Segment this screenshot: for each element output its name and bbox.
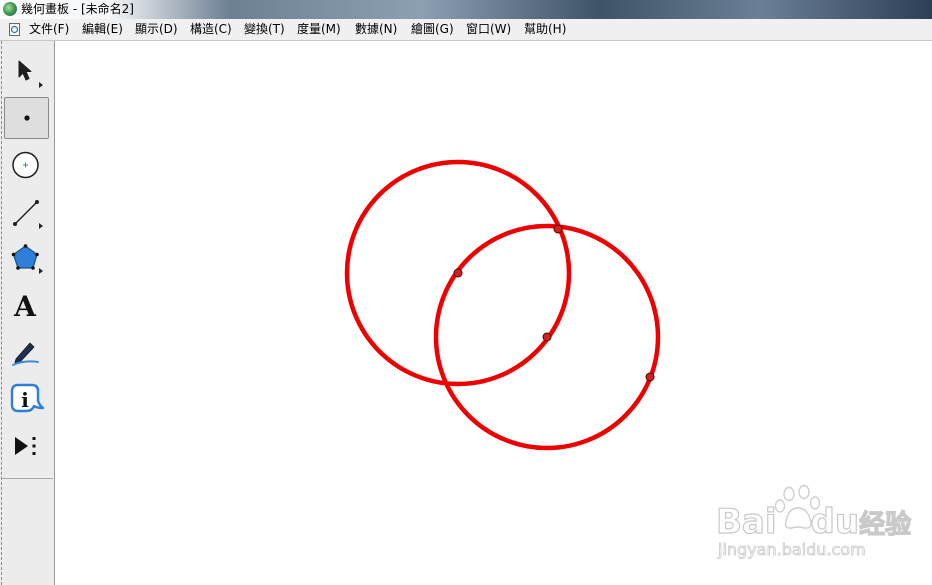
toolbox: A i: [0, 41, 55, 585]
circle-compass-icon: [12, 151, 39, 179]
information-tool[interactable]: i: [4, 379, 49, 421]
menu-edit[interactable]: 編輯(E): [82, 19, 123, 40]
pentagon-icon: [11, 244, 43, 274]
baidu-watermark: Bai du经验 jingyan.baidu.com: [710, 480, 912, 570]
arrow-pointer-icon: [18, 60, 43, 88]
pen-marker-icon: [12, 342, 39, 366]
polygon-tool[interactable]: [4, 238, 49, 280]
center-point-a[interactable]: [453, 268, 463, 278]
watermark-url: jingyan.baidu.com: [718, 540, 866, 560]
radius-point[interactable]: [645, 372, 655, 382]
marker-tool[interactable]: [4, 332, 49, 374]
menu-help[interactable]: 幫助(H): [524, 19, 566, 40]
play-more-icon: [15, 437, 36, 455]
text-tool-glyph: A: [13, 290, 37, 323]
custom-tools[interactable]: [4, 426, 49, 468]
menu-data[interactable]: 數據(N): [355, 19, 397, 40]
menu-measure[interactable]: 度量(M): [297, 19, 341, 40]
text-a-icon: A: [13, 290, 37, 323]
window-title: 幾何畫板 - [未命名2]: [21, 2, 134, 16]
toolbox-separator: [2, 478, 53, 479]
point-tool[interactable]: [4, 97, 49, 139]
point-icon: [24, 115, 30, 121]
document-icon[interactable]: [9, 23, 20, 36]
menu-construct[interactable]: 構造(C): [190, 19, 232, 40]
line-segment-icon: [13, 200, 43, 229]
menu-bar: 文件(F) 編輯(E) 顯示(D) 構造(C) 變換(T) 度量(M) 數據(N…: [0, 19, 932, 41]
watermark-brand: Bai du经验: [715, 501, 912, 542]
title-bar: 幾何畫板 - [未命名2]: [0, 0, 932, 19]
toolbox-dock-edge: [1, 41, 2, 585]
watermark-brand-bai: Bai: [715, 501, 777, 542]
information-tool-glyph: i: [21, 388, 29, 412]
center-point-b[interactable]: [542, 332, 552, 342]
info-bubble-icon: i: [10, 383, 45, 413]
watermark-product: 经验: [858, 509, 912, 540]
app-icon: [3, 2, 17, 16]
arrow-tool[interactable]: [4, 50, 49, 92]
menu-display[interactable]: 顯示(D): [135, 19, 178, 40]
intersection-point[interactable]: [553, 224, 563, 234]
menu-transform[interactable]: 變換(T): [244, 19, 285, 40]
compass-tool[interactable]: [4, 144, 49, 186]
straightedge-tool[interactable]: [4, 191, 49, 233]
menu-file[interactable]: 文件(F): [29, 19, 69, 40]
menu-window[interactable]: 窗口(W): [466, 19, 511, 40]
watermark-brand-du: du: [810, 501, 860, 542]
text-tool[interactable]: A: [4, 285, 49, 327]
menu-graph[interactable]: 繪圖(G): [411, 19, 454, 40]
